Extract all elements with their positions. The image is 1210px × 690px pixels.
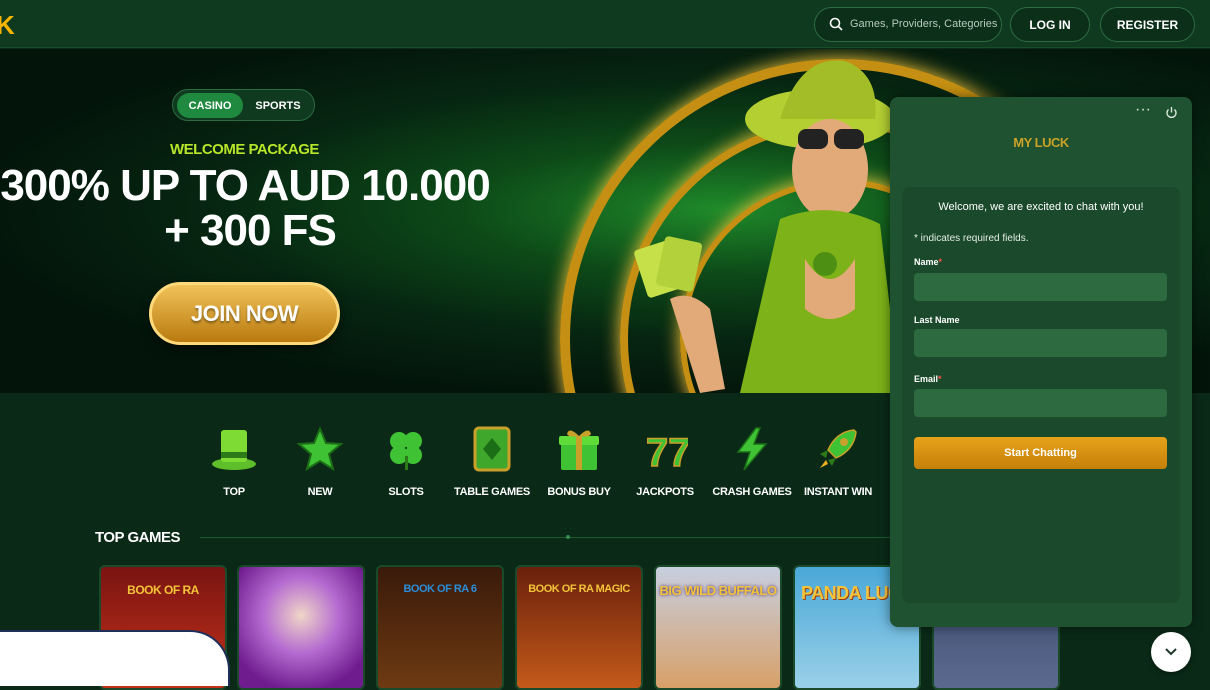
site-logo[interactable]: K <box>0 10 15 41</box>
category-instant-win[interactable]: INSTANT WIN <box>793 426 883 498</box>
game-title: BOOK OF RA 6 <box>403 583 477 595</box>
category-top[interactable]: TOP <box>189 426 279 498</box>
tab-casino[interactable]: CASINO <box>177 93 243 118</box>
more-options-icon[interactable]: ··· <box>1135 101 1151 119</box>
required-note: * indicates required fields. <box>914 233 1029 244</box>
required-marker: * <box>938 374 942 384</box>
search-icon <box>829 17 843 36</box>
game-tile[interactable] <box>237 565 365 690</box>
last-name-field[interactable] <box>914 329 1167 357</box>
promo-headline: 300% UP TO AUD 10.000 + 300 FS <box>0 163 500 253</box>
last-name-label: Last Name <box>914 315 960 325</box>
card-icon <box>473 426 511 472</box>
required-marker: * <box>938 257 943 267</box>
star-icon <box>297 426 343 472</box>
category-label: TABLE GAMES <box>454 486 530 498</box>
game-tile[interactable]: BOOK OF RA 6 <box>376 565 504 690</box>
email-label: Email* <box>914 374 942 384</box>
category-table-games[interactable]: TABLE GAMES <box>447 426 537 498</box>
start-chatting-button[interactable]: Start Chatting <box>914 437 1167 469</box>
promo-title: WELCOME PACKAGE <box>170 141 319 158</box>
section-divider <box>200 537 890 538</box>
field-label-text: Last Name <box>914 315 960 325</box>
email-field[interactable] <box>914 389 1167 417</box>
category-label: BONUS BUY <box>547 486 611 498</box>
chevron-down-icon <box>1165 648 1177 656</box>
watermark-badge <box>0 630 230 686</box>
name-field[interactable] <box>914 273 1167 301</box>
chat-form-panel: Welcome, we are excited to chat with you… <box>902 187 1180 603</box>
chat-brand-logo: MY LUCK <box>1013 135 1069 150</box>
chat-toggle-button[interactable] <box>1151 632 1191 672</box>
category-label: JACKPOTS <box>636 486 694 498</box>
field-label-text: Name <box>914 257 939 267</box>
seven-icon: 77 <box>645 430 688 472</box>
top-hat-icon <box>212 430 256 470</box>
section-divider-dot <box>566 535 570 539</box>
svg-text:77: 77 <box>646 431 688 472</box>
join-now-button[interactable]: JOIN NOW <box>149 282 340 345</box>
chat-welcome-text: Welcome, we are excited to chat with you… <box>938 201 1144 213</box>
headline-line-1: 300% UP TO AUD 10.000 <box>0 161 490 210</box>
category-bonus-buy[interactable]: BONUS BUY <box>534 426 624 498</box>
register-button[interactable]: REGISTER <box>1100 7 1195 42</box>
category-jackpots[interactable]: 77 JACKPOTS <box>620 426 710 498</box>
chat-widget: ··· MY LUCK Welcome, we are excited to c… <box>890 97 1192 627</box>
rocket-icon <box>820 429 857 468</box>
tab-sports[interactable]: SPORTS <box>245 93 311 118</box>
category-new[interactable]: NEW <box>275 426 365 498</box>
headline-line-2: + 300 FS <box>164 206 337 255</box>
casino-sports-switch: CASINO SPORTS <box>172 89 315 121</box>
search-placeholder: Games, Providers, Categories <box>850 18 998 30</box>
gift-icon <box>559 430 599 470</box>
category-bar: TOP NEW SLOTS TABLE GAMES BONUS BUY 77 J… <box>0 394 890 524</box>
game-tile[interactable]: BIG WILD BUFFALO <box>654 565 782 690</box>
game-title: BOOK OF RA <box>127 583 199 597</box>
game-title: BIG WILD BUFFALO <box>659 583 777 598</box>
clover-icon <box>390 432 422 470</box>
category-label: CRASH GAMES <box>712 486 792 498</box>
game-title: BOOK OF RA MAGIC <box>528 583 630 595</box>
power-icon[interactable] <box>1165 106 1178 124</box>
game-tile[interactable]: BOOK OF RA MAGIC <box>515 565 643 690</box>
category-label: NEW <box>307 486 333 498</box>
lightning-icon <box>736 427 768 471</box>
category-label: INSTANT WIN <box>804 486 872 498</box>
category-label: TOP <box>223 486 245 498</box>
top-bar: K Games, Providers, Categories LOG IN RE… <box>0 0 1210 48</box>
login-button[interactable]: LOG IN <box>1010 7 1090 42</box>
search-input[interactable]: Games, Providers, Categories <box>814 7 1002 42</box>
category-slots[interactable]: SLOTS <box>361 426 451 498</box>
field-label-text: Email <box>914 374 939 384</box>
category-label: SLOTS <box>388 486 424 498</box>
category-crash-games[interactable]: CRASH GAMES <box>707 426 797 498</box>
name-label: Name* <box>914 257 942 267</box>
top-games-heading: TOP GAMES <box>95 529 180 546</box>
hero-character-image <box>634 60 900 393</box>
